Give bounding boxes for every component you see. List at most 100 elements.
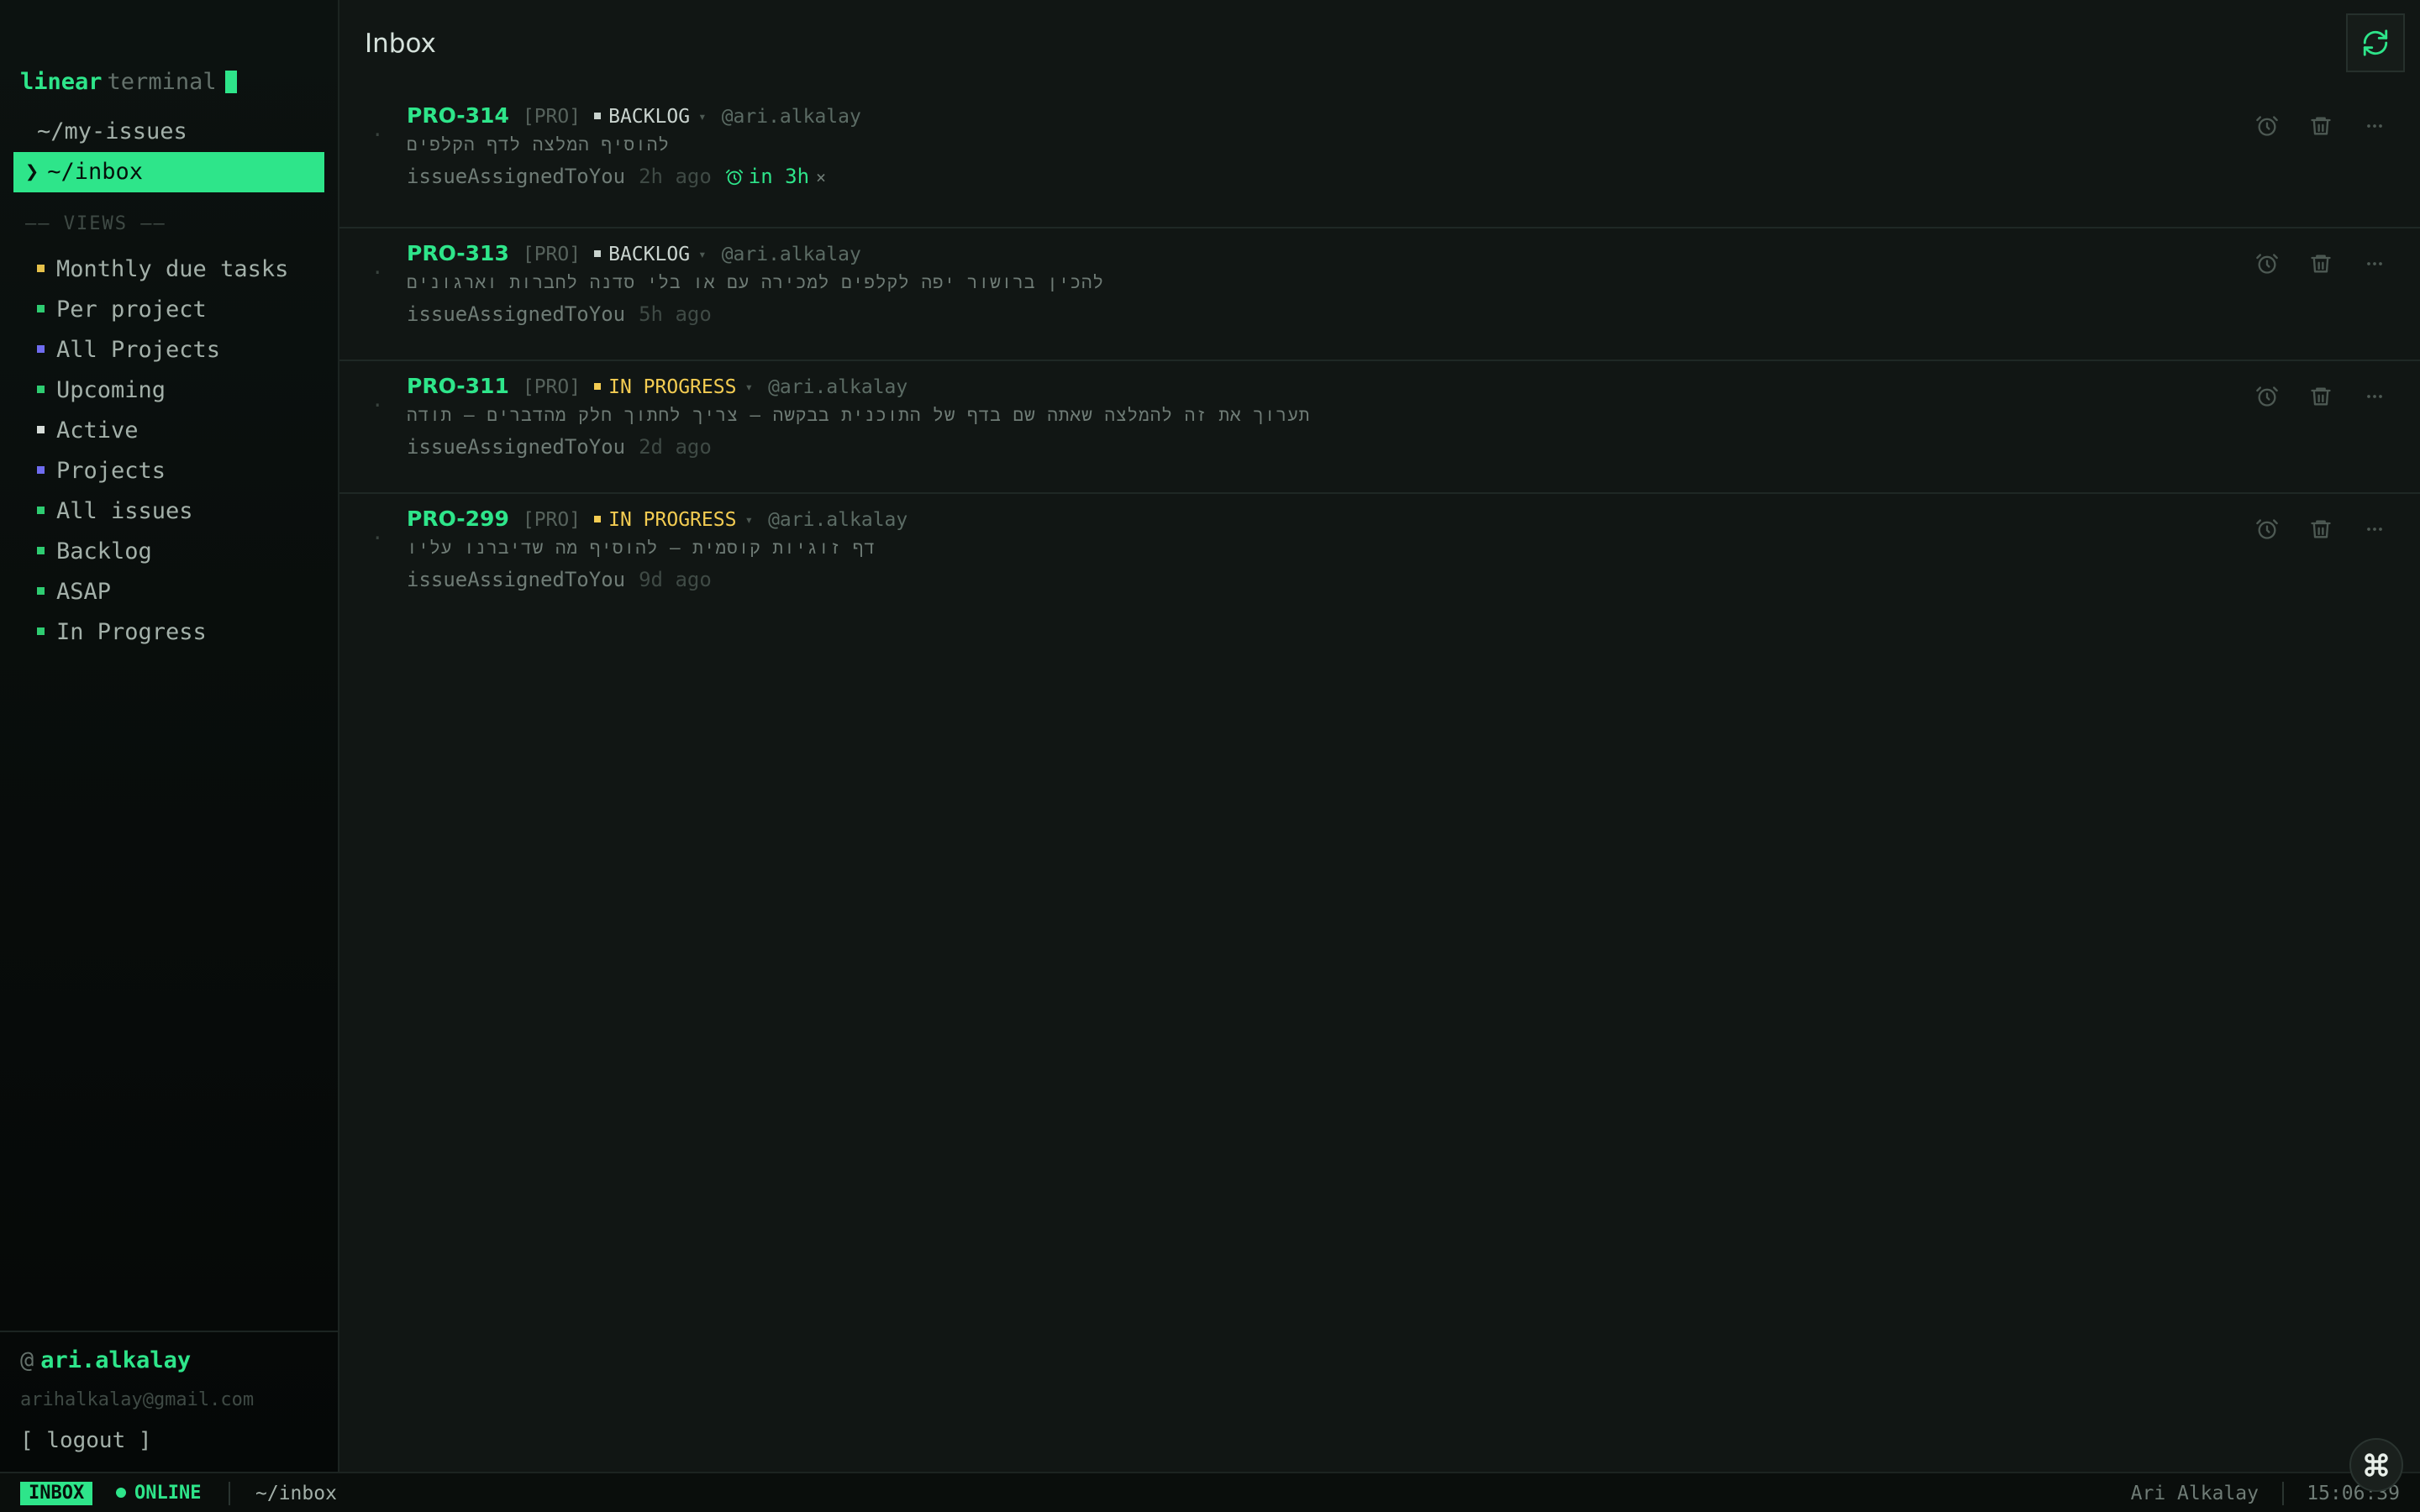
view-item[interactable]: Backlog <box>37 532 288 572</box>
assignee: @ari.alkalay <box>721 106 861 128</box>
logout-button[interactable]: [ logout ] <box>20 1428 152 1453</box>
nav-inbox[interactable]: ❯ ~/inbox <box>13 152 324 192</box>
more-button[interactable] <box>2363 116 2386 139</box>
issue-header: PRO-313 [PRO] BACKLOG ▾ @ari.alkalay <box>407 239 861 269</box>
snooze-button[interactable] <box>2255 519 2279 543</box>
status-icon <box>594 383 602 390</box>
status-badge[interactable]: BACKLOG ▾ <box>594 106 707 128</box>
command-menu-button[interactable] <box>2349 1438 2403 1492</box>
view-item[interactable]: Per project <box>37 290 288 330</box>
status-badge[interactable]: BACKLOG ▾ <box>594 244 707 265</box>
view-item[interactable]: ASAP <box>37 572 288 612</box>
view-item-label: Monthly due tasks <box>56 256 289 282</box>
more-horizontal-icon <box>2363 517 2386 544</box>
unread-indicator: . <box>371 118 384 141</box>
team-key: [PRO] <box>522 509 581 531</box>
issue-title: דף זוגיות קוסמית — להוסיף מה שדיברנו עלי… <box>407 538 876 558</box>
user-email: arihalkalay@gmail.com <box>20 1389 255 1410</box>
statusbar-separator <box>229 1482 230 1505</box>
view-item-label: Per project <box>56 297 207 323</box>
inbox-row[interactable]: . PRO-314 [PRO] BACKLOG ▾ @ari.alkalay להוסיף … <box>339 101 2420 228</box>
snooze-time: in 3h <box>748 165 810 188</box>
snooze-button[interactable] <box>2255 386 2279 410</box>
more-button[interactable] <box>2363 519 2386 543</box>
snooze-button[interactable] <box>2255 254 2279 277</box>
inbox-row[interactable]: . PRO-311 [PRO] IN PROGRESS ▾ @ari.alkalay תער… <box>339 371 2420 494</box>
page-title: Inbox <box>365 29 436 59</box>
view-item-label: All issues <box>56 498 193 524</box>
delete-button[interactable] <box>2309 519 2333 543</box>
main-panel: Inbox . PRO-314 [PRO] BACKLOG ▾ @ari.alkalay ל… <box>339 0 2420 1472</box>
statusbar-separator <box>2282 1482 2284 1505</box>
issue-id[interactable]: PRO-311 <box>407 374 509 398</box>
view-item-label: ASAP <box>56 579 112 605</box>
view-color-marker <box>37 265 45 272</box>
view-color-marker <box>37 466 45 474</box>
assignee: @ari.alkalay <box>768 376 908 398</box>
status-badge[interactable]: IN PROGRESS ▾ <box>594 376 753 398</box>
current-path: ~/inbox <box>255 1483 337 1504</box>
view-item[interactable]: In Progress <box>37 612 288 653</box>
view-item-label: In Progress <box>56 619 207 645</box>
view-item-label: Projects <box>56 458 166 484</box>
refresh-button[interactable] <box>2346 13 2405 72</box>
status-badge[interactable]: IN PROGRESS ▾ <box>594 509 753 531</box>
status-label: IN PROGRESS <box>608 509 737 531</box>
status-label: BACKLOG <box>608 106 691 128</box>
timestamp: 9d ago <box>639 568 712 591</box>
more-button[interactable] <box>2363 254 2386 277</box>
more-horizontal-icon <box>2363 114 2386 141</box>
online-dot-icon <box>116 1488 126 1498</box>
clear-snooze-button[interactable]: × <box>816 167 826 187</box>
alarm-clock-icon <box>2255 517 2279 544</box>
notification-meta: issueAssignedToYou 5h ago <box>407 302 712 326</box>
view-item[interactable]: Monthly due tasks <box>37 249 288 290</box>
row-actions <box>2255 254 2386 277</box>
trash-icon <box>2309 385 2333 412</box>
view-item-label: Active <box>56 417 139 444</box>
at-symbol: @ <box>20 1347 34 1373</box>
view-item[interactable]: All issues <box>37 491 288 532</box>
delete-button[interactable] <box>2309 116 2333 139</box>
more-horizontal-icon <box>2363 385 2386 412</box>
nav-my-issues[interactable]: ~/my-issues <box>13 112 324 152</box>
notification-reason: issueAssignedToYou <box>407 302 626 326</box>
chevron-down-icon: ▾ <box>744 379 754 395</box>
inbox-row[interactable]: . PRO-313 [PRO] BACKLOG ▾ @ari.alkalay להכין ב… <box>339 239 2420 361</box>
issue-id[interactable]: PRO-299 <box>407 507 509 531</box>
team-key: [PRO] <box>522 106 581 128</box>
status-label: BACKLOG <box>608 244 691 265</box>
more-button[interactable] <box>2363 386 2386 410</box>
view-item[interactable]: Projects <box>37 451 288 491</box>
issue-id[interactable]: PRO-314 <box>407 103 509 128</box>
snooze-badge[interactable]: in 3h <box>725 165 809 188</box>
snooze-button[interactable] <box>2255 116 2279 139</box>
more-horizontal-icon <box>2363 252 2386 279</box>
unread-indicator: . <box>371 521 384 544</box>
team-key: [PRO] <box>522 376 581 398</box>
issue-header: PRO-314 [PRO] BACKLOG ▾ @ari.alkalay <box>407 101 861 131</box>
status-bar: INBOX ONLINE ~/inbox Ari Alkalay 15:06:3… <box>0 1472 2420 1512</box>
trash-icon <box>2309 252 2333 279</box>
inbox-row[interactable]: . PRO-299 [PRO] IN PROGRESS ▾ @ari.alkalay דף … <box>339 504 2420 625</box>
view-color-marker <box>37 627 45 635</box>
issue-title: תערוך את זה להמלצה שאתה שם בדף של התוכני… <box>407 405 1311 425</box>
connection-status: ONLINE <box>116 1482 201 1505</box>
trash-icon <box>2309 517 2333 544</box>
timestamp: 2h ago <box>639 165 712 188</box>
issue-id[interactable]: PRO-313 <box>407 241 509 265</box>
terminal-cursor <box>224 71 237 93</box>
view-item[interactable]: Active <box>37 411 288 451</box>
team-key: [PRO] <box>522 244 581 265</box>
view-item[interactable]: All Projects <box>37 330 288 370</box>
unread-indicator: . <box>371 388 384 412</box>
view-color-marker <box>37 426 45 433</box>
sidebar: linear terminal ~/my-issues ❯ ~/inbox —— V… <box>0 0 339 1472</box>
view-item-label: Backlog <box>56 538 152 564</box>
delete-button[interactable] <box>2309 254 2333 277</box>
view-color-marker <box>37 386 45 393</box>
view-item[interactable]: Upcoming <box>37 370 288 411</box>
chevron-right-icon: ❯ <box>25 159 39 185</box>
delete-button[interactable] <box>2309 386 2333 410</box>
username: ari.alkalay <box>40 1347 192 1373</box>
